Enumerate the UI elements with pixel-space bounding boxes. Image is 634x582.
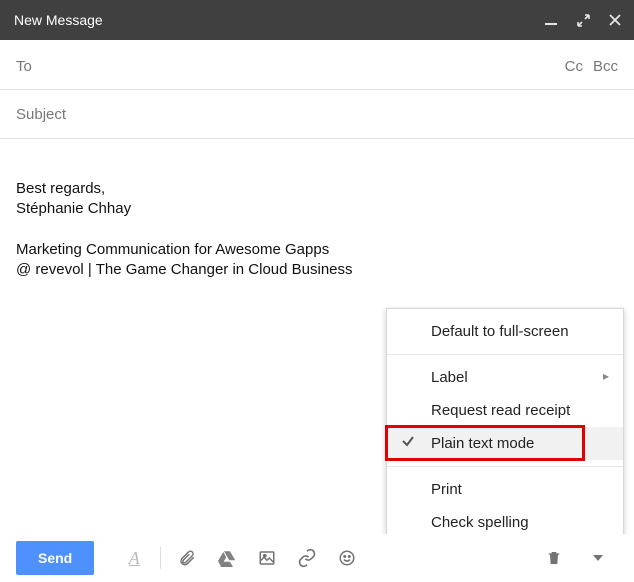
close-icon[interactable] [608, 13, 622, 27]
insert-link-icon[interactable] [297, 548, 317, 568]
cc-button[interactable]: Cc [565, 58, 583, 75]
message-body[interactable]: Best regards, Stéphanie Chhay Marketing … [0, 139, 634, 280]
compose-title: New Message [14, 12, 544, 28]
to-label: To [16, 58, 565, 75]
menu-item-label: Plain text mode [431, 435, 534, 452]
body-line: Marketing Communication for Awesome Gapp… [16, 241, 329, 258]
minimize-icon[interactable] [544, 13, 558, 27]
menu-read-receipt[interactable]: Request read receipt [387, 394, 623, 427]
to-row[interactable]: To Cc Bcc [0, 40, 634, 90]
menu-separator [387, 354, 623, 355]
more-options-icon[interactable] [588, 548, 608, 568]
menu-separator [387, 466, 623, 467]
send-button[interactable]: Send [16, 541, 94, 575]
insert-photo-icon[interactable] [257, 548, 277, 568]
expand-icon[interactable] [576, 13, 590, 27]
subject-row[interactable]: Subject [0, 90, 634, 139]
bcc-button[interactable]: Bcc [593, 58, 618, 75]
subject-label: Subject [16, 106, 66, 123]
body-line: Best regards, [16, 180, 105, 197]
compose-toolbar: Send A [0, 534, 634, 582]
header-controls [544, 13, 622, 27]
check-icon [401, 434, 415, 448]
attach-icon[interactable] [177, 548, 197, 568]
more-options-menu: Default to full-screen Label Request rea… [386, 308, 624, 546]
menu-plain-text-mode[interactable]: Plain text mode [387, 427, 623, 460]
menu-print[interactable]: Print [387, 473, 623, 506]
drive-icon[interactable] [217, 548, 237, 568]
body-line: @ revevol | The Game Changer in Cloud Bu… [16, 261, 353, 278]
menu-label[interactable]: Label [387, 361, 623, 394]
body-line: Stéphanie Chhay [16, 200, 131, 217]
discard-icon[interactable] [544, 548, 564, 568]
toolbar-divider [160, 547, 161, 569]
menu-default-fullscreen[interactable]: Default to full-screen [387, 315, 623, 348]
compose-header: New Message [0, 0, 634, 40]
formatting-icon[interactable]: A [124, 548, 144, 568]
emoji-icon[interactable] [337, 548, 357, 568]
